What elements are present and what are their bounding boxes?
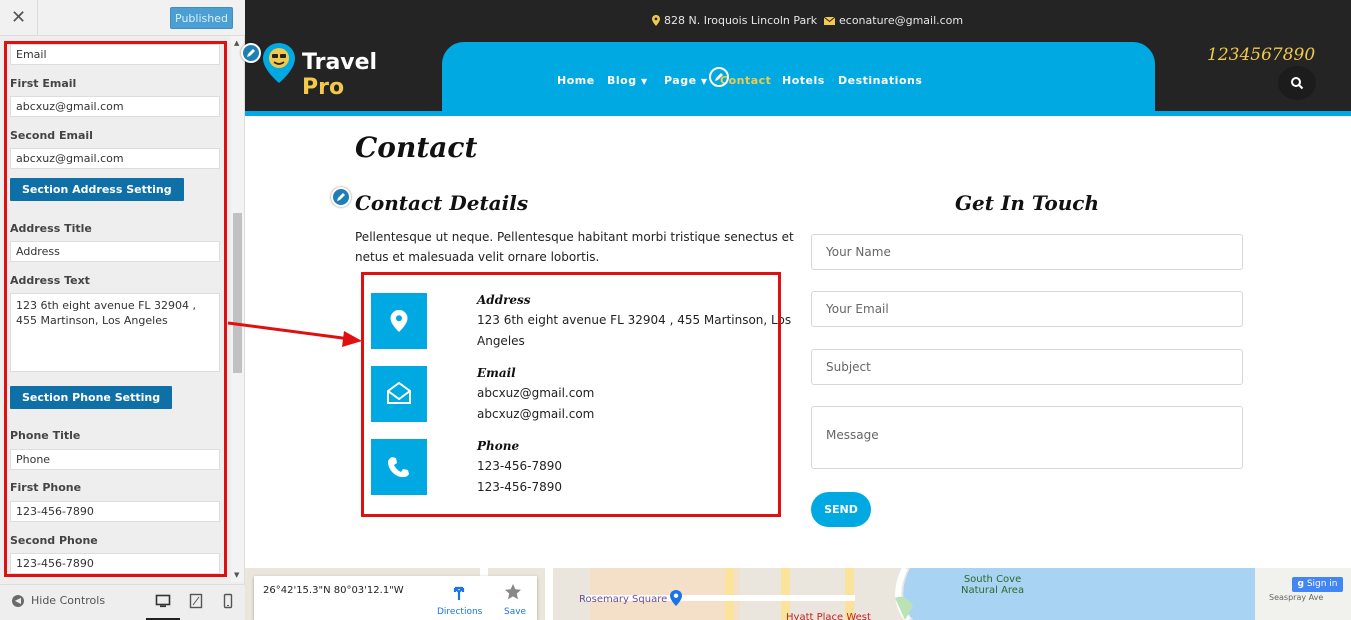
nav-blog[interactable]: Blog ▼ — [607, 74, 648, 87]
topbar-address: 828 N. Iroquois Lincoln Park — [652, 14, 817, 27]
sign-in-label: Sign in — [1306, 579, 1338, 589]
edit-shortcut-icon[interactable] — [709, 67, 729, 87]
map-embed[interactable]: Rosemary Square Hyatt Place West South C… — [245, 568, 1351, 620]
annotation-highlight-box — [361, 272, 781, 517]
hide-controls-button[interactable]: ◀ Hide Controls — [12, 594, 105, 607]
map-pin-icon — [652, 15, 660, 26]
scroll-up-icon[interactable]: ▲ — [234, 39, 239, 47]
nav-home[interactable]: Home — [557, 74, 595, 87]
logo-pin-icon — [263, 43, 295, 83]
map-marker-icon — [670, 590, 682, 606]
close-icon: ✕ — [10, 7, 27, 28]
map-place-label: Hyatt Place West — [786, 612, 871, 620]
close-button[interactable]: ✕ — [0, 0, 38, 36]
logo-main-word: Travel — [302, 50, 378, 75]
save-place-button[interactable]: Save — [498, 579, 528, 619]
contact-intro-text: Pellentesque ut neque. Pellentesque habi… — [355, 230, 794, 264]
subject-input[interactable]: Subject — [811, 349, 1243, 385]
desktop-icon — [155, 594, 171, 608]
send-button[interactable]: SEND — [811, 492, 871, 527]
get-in-touch-heading: Get In Touch — [954, 191, 1100, 215]
topbar-address-text: 828 N. Iroquois Lincoln Park — [664, 14, 818, 27]
site-topbar: 828 N. Iroquois Lincoln Park econature@g… — [245, 0, 1351, 42]
site-logo[interactable]: Travel Pro — [261, 42, 421, 100]
page-title: Contact — [355, 131, 478, 164]
sidebar-footer: ◀ Hide Controls — [0, 584, 245, 620]
header-accent-bar — [245, 111, 1351, 116]
collapse-arrow-icon: ◀ — [12, 594, 24, 607]
site-preview: 828 N. Iroquois Lincoln Park econature@g… — [241, 0, 1351, 620]
email-input[interactable]: Your Email — [811, 291, 1243, 327]
hide-controls-label: Hide Controls — [31, 594, 106, 607]
sidebar-controls: Email First Email abcxuz@gmail.com Secon… — [0, 36, 245, 582]
edit-shortcut-icon[interactable] — [241, 43, 261, 63]
main-navigation: Home Blog ▼ Page ▼ Contact Hotels Destin… — [442, 42, 1316, 111]
google-sign-in-button[interactable]: g Sign in — [1292, 577, 1343, 592]
map-place-label: Rosemary Square — [579, 594, 668, 605]
directions-label: Directions — [437, 607, 483, 617]
nav-page[interactable]: Page ▼ — [664, 74, 708, 87]
contact-details-heading: Contact Details — [355, 191, 529, 215]
annotation-highlight-box — [4, 41, 227, 577]
edit-shortcut-icon[interactable] — [331, 187, 351, 207]
preview-desktop-button[interactable] — [146, 585, 180, 620]
nav-destinations[interactable]: Destinations — [838, 74, 922, 87]
map-park-label-line: Natural Area — [961, 585, 1025, 596]
nav-page-label: Page — [664, 74, 697, 87]
chevron-down-icon: ▼ — [700, 77, 708, 86]
scrollbar-thumb[interactable] — [233, 213, 242, 373]
tablet-icon[interactable] — [188, 593, 204, 609]
star-icon — [505, 584, 521, 600]
topbar-email: econature@gmail.com — [824, 14, 963, 27]
save-label: Save — [504, 607, 527, 617]
logo-text: Travel Pro — [302, 50, 421, 100]
directions-button[interactable]: Directions — [434, 579, 484, 619]
map-park-label-line: South Cove — [963, 574, 1022, 585]
customizer-screen: ✕ Published Email First Email abcxuz@gma… — [0, 0, 1351, 620]
topbar-email-text: econature@gmail.com — [839, 14, 964, 27]
published-button[interactable]: Published — [170, 7, 233, 29]
map-park-label: South Cove Natural Area — [961, 574, 1024, 596]
sidebar-header: ✕ Published — [0, 0, 245, 36]
sidebar-scrollbar[interactable]: ▲ ▼ — [231, 36, 244, 582]
nav-hotels[interactable]: Hotels — [782, 74, 825, 87]
mobile-icon[interactable] — [220, 593, 236, 609]
search-icon — [1291, 77, 1304, 90]
chevron-down-icon: ▼ — [640, 77, 648, 86]
map-info-card: 26°42'15.3"N 80°03'12.1"W Directions Sav… — [254, 576, 537, 620]
message-textarea[interactable]: Message — [811, 406, 1243, 469]
site-header: Travel Pro Home Blog ▼ Page ▼ Contact Ho… — [245, 42, 1351, 111]
header-phone[interactable]: 1234567890 — [1207, 45, 1315, 65]
customizer-sidebar: ✕ Published Email First Email abcxuz@gma… — [0, 0, 245, 620]
map-coordinates: 26°42'15.3"N 80°03'12.1"W — [263, 585, 404, 596]
nav-blog-label: Blog — [607, 74, 637, 87]
google-plus-icon: g — [1297, 579, 1304, 589]
search-button[interactable] — [1278, 66, 1316, 100]
name-input[interactable]: Your Name — [811, 234, 1243, 270]
envelope-icon — [824, 16, 835, 25]
logo-accent-word: Pro — [302, 75, 345, 100]
map-street-label: Seaspray Ave — [1269, 593, 1324, 602]
scroll-down-icon[interactable]: ▼ — [234, 571, 239, 579]
directions-icon — [453, 586, 465, 600]
